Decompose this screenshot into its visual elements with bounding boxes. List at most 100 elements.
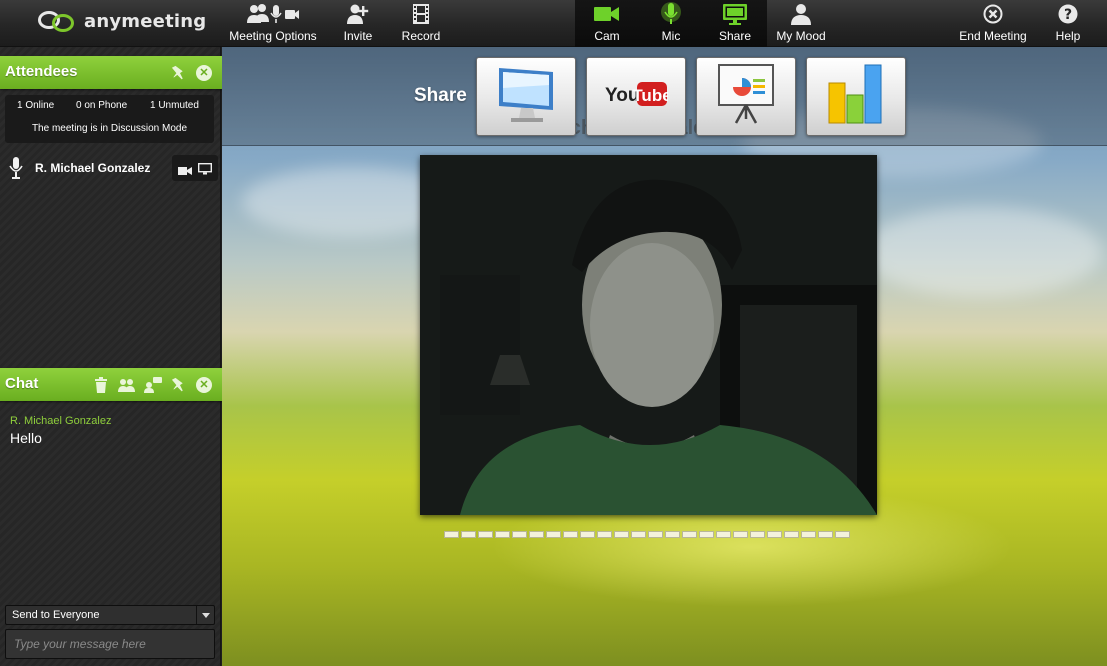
- audio-level-segment: [563, 531, 578, 538]
- audio-level-segment: [461, 531, 476, 538]
- anymeeting-logo: anymeeting: [38, 8, 206, 34]
- meeting-window: anymeeting Meeting Options Invite Record…: [0, 0, 1107, 666]
- monitor-icon: [197, 162, 213, 180]
- audio-level-segment: [665, 531, 680, 538]
- audio-level-segment: [529, 531, 544, 538]
- camera-icon: [594, 2, 620, 26]
- record-button[interactable]: Record: [398, 0, 444, 47]
- close-panel-icon[interactable]: ✕: [196, 377, 212, 393]
- camera-icon: [178, 163, 192, 181]
- svg-text:?: ?: [1064, 7, 1072, 23]
- close-panel-icon[interactable]: ✕: [196, 65, 212, 81]
- pin-icon[interactable]: [170, 377, 186, 393]
- pin-icon[interactable]: [170, 65, 186, 81]
- share-button[interactable]: Share: [716, 0, 754, 47]
- help-icon: ?: [1058, 2, 1078, 26]
- mic-label: Mic: [661, 29, 681, 43]
- audio-level-segment: [716, 531, 731, 538]
- end-meeting-button[interactable]: End Meeting: [959, 0, 1027, 47]
- microphone-icon: [9, 156, 23, 185]
- share-toolbar: R. Michael Gonzalez Share YouTube: [222, 47, 1107, 146]
- audio-level-segment: [495, 531, 510, 538]
- close-circle-icon: [983, 2, 1003, 26]
- meeting-options-icon: [247, 2, 299, 26]
- audio-level-segment: [801, 531, 816, 538]
- audio-level-segment: [648, 531, 663, 538]
- youtube-icon: You Tube: [604, 79, 672, 114]
- attendee-name: R. Michael Gonzalez: [35, 161, 151, 175]
- phone-count: 0 on Phone: [76, 100, 128, 111]
- webcam-frame: [420, 155, 877, 515]
- user-icon: [791, 2, 811, 26]
- send-to-dropdown[interactable]: Send to Everyone: [5, 605, 215, 625]
- private-chat-icon[interactable]: [144, 377, 162, 393]
- audio-level-segment: [614, 531, 629, 538]
- share-chart-tile[interactable]: [806, 57, 906, 136]
- online-count: 1 Online: [17, 100, 55, 111]
- users-icon[interactable]: [118, 377, 135, 393]
- audio-level-segment: [512, 531, 527, 538]
- chevron-down-icon: [196, 606, 214, 624]
- chat-message-text: Hello: [10, 430, 42, 446]
- audio-level-segment: [682, 531, 697, 538]
- my-mood-label: My Mood: [776, 29, 826, 43]
- bar-chart-icon: [825, 61, 887, 132]
- mic-button[interactable]: Mic: [653, 0, 689, 47]
- invite-label: Invite: [343, 29, 373, 43]
- unmuted-count: 1 Unmuted: [150, 100, 199, 111]
- background-cloud: [862, 207, 1102, 297]
- presentation-board-icon: [711, 61, 781, 132]
- audio-level-segment: [597, 531, 612, 538]
- audio-level-segment: [784, 531, 799, 538]
- microphone-icon: [660, 2, 682, 26]
- end-meeting-label: End Meeting: [959, 29, 1027, 43]
- chat-message-sender: R. Michael Gonzalez: [10, 415, 112, 427]
- top-toolbar: anymeeting Meeting Options Invite Record…: [0, 0, 1107, 47]
- youtube-tube-text: Tube: [632, 86, 668, 105]
- webcam-video: [420, 155, 877, 515]
- share-heading: Share: [414, 85, 467, 106]
- logo-text: anymeeting: [84, 10, 207, 32]
- film-strip-icon: [412, 2, 430, 26]
- audio-level-segment: [699, 531, 714, 538]
- cam-button[interactable]: Cam: [588, 0, 626, 47]
- attendee-row[interactable]: R. Michael Gonzalez: [5, 152, 218, 185]
- audio-level-segment: [444, 531, 459, 538]
- trash-icon[interactable]: [94, 377, 110, 393]
- add-user-icon: [347, 2, 369, 26]
- share-label: Share: [718, 29, 752, 43]
- meeting-options-label: Meeting Options: [229, 29, 317, 43]
- send-to-value: Send to Everyone: [12, 609, 100, 621]
- audio-level-segment: [631, 531, 646, 538]
- attendance-summary: 1 Online 0 on Phone 1 Unmuted The meetin…: [5, 95, 214, 143]
- chat-header: Chat ✕: [0, 368, 226, 401]
- logo-bubbles-icon: [38, 8, 78, 34]
- attendee-media-status: [172, 155, 218, 181]
- meeting-mode-text: The meeting is in Discussion Mode: [31, 123, 188, 134]
- attendees-header: Attendees ✕: [0, 56, 226, 89]
- sidebar: Attendees ✕ 1 Online 0 on Phone 1 Unmute…: [0, 47, 226, 666]
- help-button[interactable]: ? Help: [1053, 0, 1083, 47]
- desktop-monitor-icon: [493, 62, 559, 131]
- share-screen-tile[interactable]: [476, 57, 576, 136]
- help-label: Help: [1055, 29, 1081, 43]
- audio-level-segment: [478, 531, 493, 538]
- chat-title: Chat: [5, 375, 39, 392]
- attendees-title: Attendees: [5, 63, 78, 80]
- meeting-options-button[interactable]: Meeting Options: [229, 0, 317, 47]
- audio-level-segment: [835, 531, 850, 538]
- my-mood-button[interactable]: My Mood: [775, 0, 827, 47]
- audio-level-meter: [444, 531, 850, 538]
- invite-button[interactable]: Invite: [338, 0, 378, 47]
- chat-message-input[interactable]: [5, 629, 215, 659]
- share-presentation-tile[interactable]: [696, 57, 796, 136]
- meeting-stage: R. Michael Gonzalez Share YouTube: [222, 47, 1107, 666]
- audio-level-segment: [733, 531, 748, 538]
- audio-level-segment: [546, 531, 561, 538]
- record-label: Record: [401, 29, 441, 43]
- audio-level-segment: [580, 531, 595, 538]
- share-youtube-tile[interactable]: You Tube: [586, 57, 686, 136]
- cam-label: Cam: [594, 29, 620, 43]
- audio-level-segment: [767, 531, 782, 538]
- monitor-icon: [722, 2, 748, 26]
